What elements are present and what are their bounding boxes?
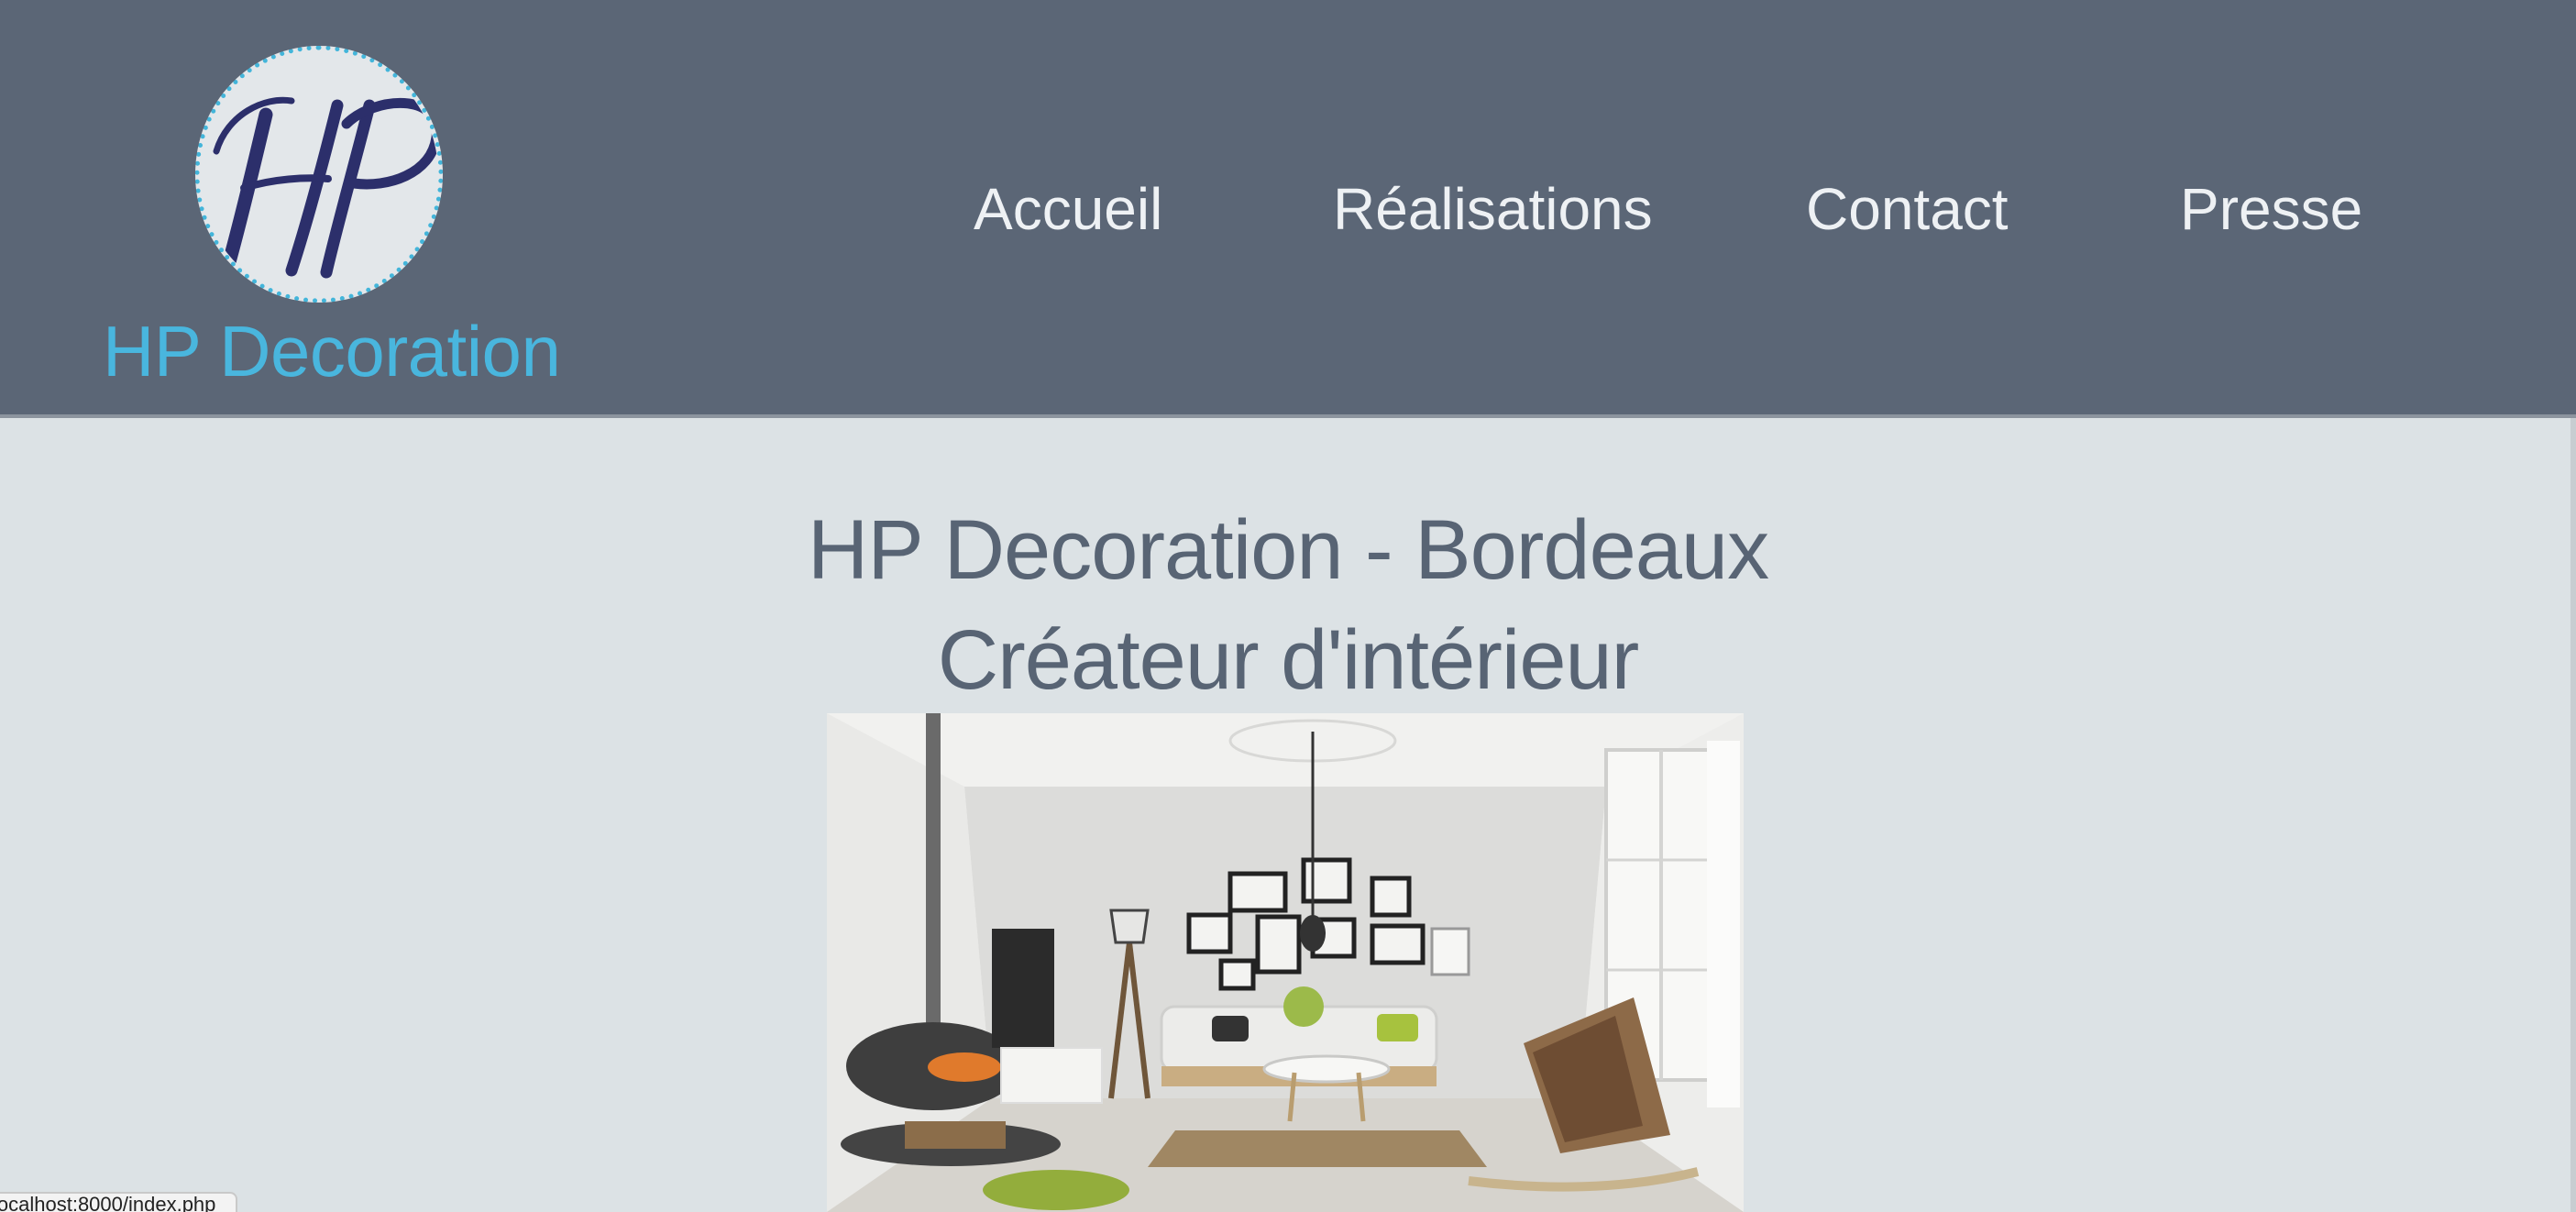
logo-circle [195,46,443,303]
logo-link[interactable]: HP Decoration [92,37,561,403]
page-right-edge [2570,418,2576,1212]
main-content: HP Decoration - Bordeaux Créateur d'inté… [0,422,2576,1212]
nav-item-presse[interactable]: Presse [2180,163,2362,255]
hp-monogram-logo [213,96,438,279]
main-nav: Accueil Réalisations Contact Presse [917,163,2429,255]
nav-item-accueil[interactable]: Accueil [974,163,1162,255]
status-url: localhost:8000/index.php [0,1193,216,1212]
nav-item-realisations[interactable]: Réalisations [1333,163,1653,255]
page-title-line1: HP Decoration - Bordeaux [807,503,1769,597]
living-room-illustration [827,713,1744,1212]
hero-image [827,713,1744,1212]
site-header: HP Decoration Accueil Réalisations Conta… [0,0,2576,418]
nav-item-contact[interactable]: Contact [1806,163,2009,255]
brand-name: HP Decoration [103,311,561,391]
browser-status-bar: localhost:8000/index.php [0,1192,238,1212]
page-title-line2: Créateur d'intérieur [937,613,1640,707]
page-title: HP Decoration - Bordeaux Créateur d'inté… [738,495,1838,715]
